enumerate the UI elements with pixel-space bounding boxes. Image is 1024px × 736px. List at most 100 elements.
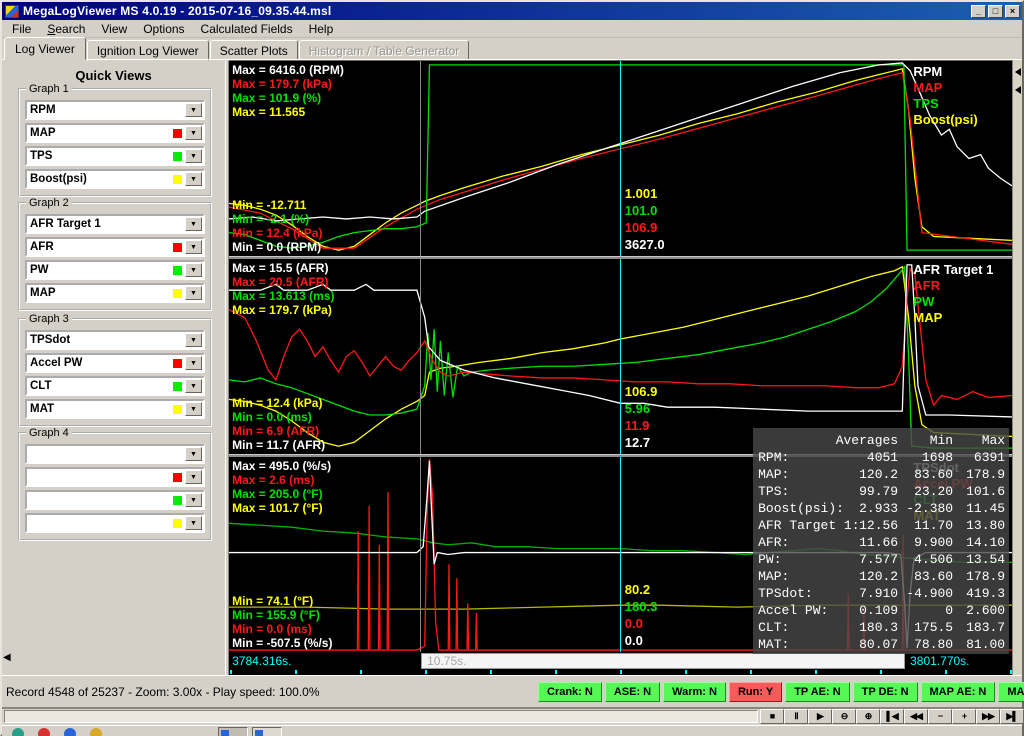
max-label: Max = 20.5 (AFR): [232, 275, 334, 289]
cursor-value: 11.9: [625, 417, 658, 434]
dropdown-arrow-icon[interactable]: ▼: [185, 402, 202, 416]
dropdown-arrow-icon[interactable]: ▼: [185, 356, 202, 370]
stats-label: CLT:: [758, 619, 789, 636]
graph-panel-2[interactable]: Max = 15.5 (AFR)Max = 20.5 (AFR)Max = 13…: [229, 259, 1012, 454]
rewind-button[interactable]: ◀◀: [904, 709, 928, 724]
timeline-start-label: 3784.316s.: [232, 654, 291, 668]
zoom-out-button[interactable]: ⊖: [832, 709, 856, 724]
cursor-value: 106.9: [625, 383, 658, 400]
series-color-chip: [173, 473, 182, 482]
field-select-1-2[interactable]: MAP▼: [25, 123, 205, 143]
timeline-tick: [880, 670, 882, 674]
tab-ignition-log-viewer[interactable]: Ignition Log Viewer: [87, 40, 209, 61]
field-select-4-2[interactable]: ▼: [25, 467, 205, 487]
field-select-1-1[interactable]: RPM▼: [25, 100, 205, 120]
forward-button[interactable]: ▶▶: [976, 709, 1000, 724]
skip-end-button[interactable]: ▶▌: [1000, 709, 1024, 724]
taskbar-icon-1[interactable]: [12, 728, 24, 736]
window-start-cursor[interactable]: [420, 259, 421, 454]
stats-min: 78.80: [914, 636, 953, 653]
timeline-scrollbar[interactable]: 3784.316s. 10.75s. 3801.770s.: [229, 653, 1015, 669]
dropdown-arrow-icon[interactable]: ▼: [185, 240, 202, 254]
taskbar-window-button-1[interactable]: [218, 727, 248, 736]
cursor-value: 5.96: [625, 400, 658, 417]
cursor-value: 106.9: [625, 219, 665, 236]
series-color-chip: [173, 405, 182, 414]
indicator-tp-ae-n: TP AE: N: [785, 682, 849, 702]
cursor-values: 80.2180.30.00.0: [625, 581, 658, 649]
timeline-thumb[interactable]: [421, 653, 905, 669]
field-select-1-3[interactable]: TPS▼: [25, 146, 205, 166]
tab-log-viewer[interactable]: Log Viewer: [4, 37, 86, 60]
window-title: MegaLogViewer MS 4.0.19 - 2015-07-16_09.…: [23, 4, 969, 18]
dropdown-arrow-icon[interactable]: ▼: [185, 470, 202, 484]
scroll-left-icon[interactable]: ◀: [3, 652, 11, 663]
field-select-2-3[interactable]: PW▼: [25, 260, 205, 280]
taskbar-icon-3[interactable]: [64, 728, 76, 736]
play-button[interactable]: ▶: [808, 709, 832, 724]
dropdown-arrow-icon[interactable]: ▼: [185, 103, 202, 117]
indicator-run-y: Run: Y: [729, 682, 782, 702]
data-cursor[interactable]: [620, 457, 621, 652]
menu-options[interactable]: Options: [135, 21, 192, 37]
collapse-left-icon[interactable]: [1015, 86, 1021, 94]
field-select-4-1[interactable]: ▼: [25, 444, 205, 464]
menu-view[interactable]: View: [93, 21, 135, 37]
cursor-value: 0.0: [625, 632, 658, 649]
stop-button[interactable]: ■: [760, 709, 784, 724]
dropdown-arrow-icon[interactable]: ▼: [185, 263, 202, 277]
maximize-button[interactable]: □: [988, 5, 1003, 18]
stats-max: 183.7: [966, 619, 1005, 636]
stats-min: 175.5: [914, 619, 953, 636]
field-select-3-2[interactable]: Accel PW ▼: [25, 353, 205, 373]
menu-file[interactable]: File: [4, 21, 39, 37]
series-color-chip: [173, 496, 182, 505]
menu-search[interactable]: Search: [39, 21, 93, 37]
field-select-4-3[interactable]: ▼: [25, 490, 205, 510]
legend-item: Boost(psi): [913, 112, 977, 128]
dropdown-arrow-icon[interactable]: ▼: [185, 516, 202, 530]
data-cursor[interactable]: [620, 61, 621, 256]
dropdown-arrow-icon[interactable]: ▼: [185, 286, 202, 300]
dropdown-arrow-icon[interactable]: ▼: [185, 126, 202, 140]
dropdown-arrow-icon[interactable]: ▼: [185, 493, 202, 507]
graph-panel-1[interactable]: Max = 6416.0 (RPM)Max = 179.7 (kPa)Max =…: [229, 61, 1012, 256]
slower-button[interactable]: −: [928, 709, 952, 724]
field-select-2-2[interactable]: AFR▼: [25, 237, 205, 257]
menu-calculated-fields[interactable]: Calculated Fields: [193, 21, 301, 37]
close-button[interactable]: ×: [1005, 5, 1020, 18]
right-scroll-strip[interactable]: [1012, 60, 1022, 675]
min-labels: Min = 12.4 (kPa)Min = 0.0 (ms)Min = 6.9 …: [232, 396, 325, 452]
collapse-left-icon[interactable]: [1015, 68, 1021, 76]
taskbar-window-button-2[interactable]: [252, 727, 282, 736]
field-select-1-4[interactable]: Boost(psi)▼: [25, 169, 205, 189]
field-select-2-1[interactable]: AFR Target 1▼: [25, 214, 205, 234]
field-select-3-4[interactable]: MAT▼: [25, 399, 205, 419]
dropdown-arrow-icon[interactable]: ▼: [185, 379, 202, 393]
field-select-2-4[interactable]: MAP▼: [25, 283, 205, 303]
taskbar-icon-2[interactable]: [38, 728, 50, 736]
field-select-3-3[interactable]: CLT▼: [25, 376, 205, 396]
field-value: Accel PW: [27, 357, 173, 369]
dropdown-arrow-icon[interactable]: ▼: [185, 172, 202, 186]
graph-area: Max = 6416.0 (RPM)Max = 179.7 (kPa)Max =…: [229, 60, 1012, 675]
series-color-chip: [173, 129, 182, 138]
stats-label: TPS:: [758, 483, 789, 500]
skip-start-button[interactable]: ▌◀: [880, 709, 904, 724]
field-select-4-4[interactable]: ▼: [25, 513, 205, 533]
field-select-3-1[interactable]: TPSdot▼: [25, 330, 205, 350]
dropdown-arrow-icon[interactable]: ▼: [185, 217, 202, 231]
data-cursor[interactable]: [620, 259, 621, 454]
dropdown-arrow-icon[interactable]: ▼: [185, 447, 202, 461]
dropdown-arrow-icon[interactable]: ▼: [185, 149, 202, 163]
tab-scatter-plots[interactable]: Scatter Plots: [210, 40, 298, 61]
menu-help[interactable]: Help: [301, 21, 342, 37]
taskbar-icon-4[interactable]: [90, 728, 102, 736]
dropdown-arrow-icon[interactable]: ▼: [185, 333, 202, 347]
zoom-in-button[interactable]: ⊕: [856, 709, 880, 724]
window-start-cursor[interactable]: [420, 457, 421, 652]
window-start-cursor[interactable]: [420, 61, 421, 256]
minimize-button[interactable]: _: [971, 5, 986, 18]
faster-button[interactable]: +: [952, 709, 976, 724]
pause-button[interactable]: Ⅱ: [784, 709, 808, 724]
